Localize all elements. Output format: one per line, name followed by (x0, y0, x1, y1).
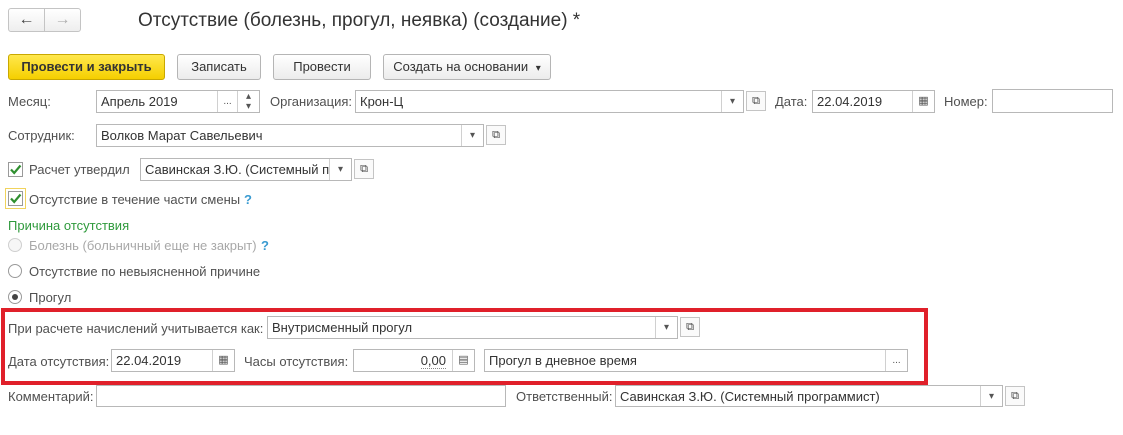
accrual-label: При расчете начислений учитывается как: (8, 321, 264, 336)
calendar-icon: ▦ (218, 354, 229, 366)
approved-by-dropdown-button[interactable]: ▾ (329, 159, 351, 180)
chevron-down-icon: ▾ (729, 96, 736, 107)
create-based-on-button[interactable]: Создать на основании ▾ (383, 54, 551, 80)
open-form-icon: ⧉ (686, 320, 694, 333)
absence-date-value: 22.04.2019 (116, 353, 182, 368)
reason-unknown-radio[interactable] (8, 264, 22, 278)
employee-field[interactable]: Волков Марат Савельевич ▾ (96, 124, 484, 147)
spin-up-icon[interactable]: ▴ (246, 91, 251, 102)
reason-section-title: Причина отсутствия (8, 218, 130, 233)
date-value: 22.04.2019 (817, 94, 883, 109)
open-form-icon: ⧉ (1011, 389, 1019, 402)
approved-label: Расчет утвердил (29, 162, 130, 177)
arrow-right-icon: → (54, 11, 71, 28)
reason-sick-label: Болезнь (больничный еще не закрыт) (29, 238, 257, 253)
hours-calculator-button[interactable]: ▤ (452, 350, 474, 371)
accrual-open-button[interactable]: ⧉ (680, 317, 700, 337)
absence-date-calendar-button[interactable]: ▦ (212, 350, 234, 371)
accrual-dropdown-button[interactable]: ▾ (655, 317, 677, 338)
date-field[interactable]: 22.04.2019 ▦ (812, 90, 935, 113)
arrow-left-icon: ← (18, 11, 35, 28)
employee-dropdown-button[interactable]: ▾ (461, 125, 483, 146)
nav-group: ← → (8, 8, 81, 32)
month-select-button[interactable]: ... (217, 91, 237, 112)
back-button[interactable]: ← (9, 9, 45, 31)
open-form-icon: ⧉ (360, 162, 368, 175)
organization-label: Организация: (270, 94, 353, 109)
approved-by-field[interactable]: Савинская З.Ю. (Системный п ▾ (140, 158, 352, 181)
save-button[interactable]: Записать (177, 54, 261, 80)
month-field[interactable]: Апрель 2019 ... ▴ ▾ (96, 90, 260, 113)
employee-value: Волков Марат Савельевич (101, 128, 263, 143)
responsible-label: Ответственный: (516, 389, 613, 404)
open-form-icon: ⧉ (492, 128, 500, 141)
ellipsis-icon: ... (223, 96, 232, 107)
reason-sick-radio[interactable] (8, 238, 22, 252)
reason-absent-label: Прогул (29, 290, 72, 305)
organization-value: Крон-Ц (360, 94, 404, 109)
responsible-open-button[interactable]: ⧉ (1005, 386, 1025, 406)
responsible-dropdown-button[interactable]: ▾ (980, 386, 1002, 406)
absence-date-label: Дата отсутствия: (8, 354, 110, 369)
organization-open-button[interactable]: ⧉ (746, 91, 766, 111)
radio-selected-dot (12, 294, 18, 300)
date-calendar-button[interactable]: ▦ (912, 91, 934, 112)
partial-shift-help-icon[interactable]: ? (244, 192, 252, 208)
number-field[interactable] (992, 89, 1113, 113)
chevron-down-icon: ▾ (535, 63, 541, 74)
open-form-icon: ⧉ (752, 94, 760, 107)
calendar-icon: ▦ (918, 95, 929, 107)
approved-checkbox[interactable] (8, 162, 23, 177)
month-value: Апрель 2019 (101, 94, 178, 109)
page-title: Отсутствие (болезнь, прогул, неявка) (со… (138, 10, 581, 31)
reason-unknown-label: Отсутствие по невыясненной причине (29, 264, 261, 279)
organization-dropdown-button[interactable]: ▾ (721, 91, 743, 112)
ellipsis-icon: ... (892, 355, 901, 366)
responsible-field[interactable]: Савинская З.Ю. (Системный программист) ▾ (615, 385, 1003, 407)
comment-label: Комментарий: (8, 389, 94, 404)
date-label: Дата: (775, 94, 808, 109)
reason-absent-radio[interactable] (8, 290, 22, 304)
create-based-on-label: Создать на основании (393, 59, 529, 74)
approved-by-value: Савинская З.Ю. (Системный п (145, 162, 330, 177)
partial-shift-label: Отсутствие в течение части смены (29, 192, 241, 207)
time-kind-select-button[interactable]: ... (885, 350, 907, 371)
employee-open-button[interactable]: ⧉ (486, 125, 506, 145)
chevron-down-icon: ▾ (988, 390, 995, 402)
chevron-down-icon: ▾ (337, 164, 344, 175)
checkmark-icon (10, 164, 22, 175)
checkmark-icon (10, 193, 22, 204)
chevron-down-icon: ▾ (663, 322, 670, 333)
post-button[interactable]: Провести (273, 54, 371, 80)
forward-button[interactable]: → (45, 9, 80, 31)
hours-label: Часы отсутствия: (244, 354, 349, 369)
hours-field[interactable]: 0,00 ▤ (353, 349, 475, 372)
absence-date-field[interactable]: 22.04.2019 ▦ (111, 349, 235, 372)
employee-label: Сотрудник: (8, 128, 75, 143)
spin-down-icon[interactable]: ▾ (246, 101, 251, 112)
accrual-field[interactable]: Внутрисменный прогул ▾ (267, 316, 678, 339)
reason-sick-help-icon[interactable]: ? (261, 238, 269, 254)
number-label: Номер: (944, 94, 988, 109)
time-kind-field[interactable]: Прогул в дневное время ... (484, 349, 908, 372)
calculator-icon: ▤ (458, 354, 469, 366)
chevron-down-icon: ▾ (469, 130, 476, 141)
post-and-close-button[interactable]: Провести и закрыть (8, 54, 165, 80)
organization-field[interactable]: Крон-Ц ▾ (355, 90, 744, 113)
month-spinner[interactable]: ▴ ▾ (237, 91, 259, 112)
month-label: Месяц: (8, 94, 51, 109)
approved-by-open-button[interactable]: ⧉ (354, 159, 374, 179)
comment-field[interactable] (96, 385, 506, 407)
responsible-value: Савинская З.Ю. (Системный программист) (620, 389, 880, 404)
accrual-value: Внутрисменный прогул (272, 320, 413, 335)
time-kind-value: Прогул в дневное время (489, 353, 637, 368)
hours-value: 0,00 (420, 353, 446, 369)
partial-shift-checkbox[interactable] (8, 191, 23, 206)
